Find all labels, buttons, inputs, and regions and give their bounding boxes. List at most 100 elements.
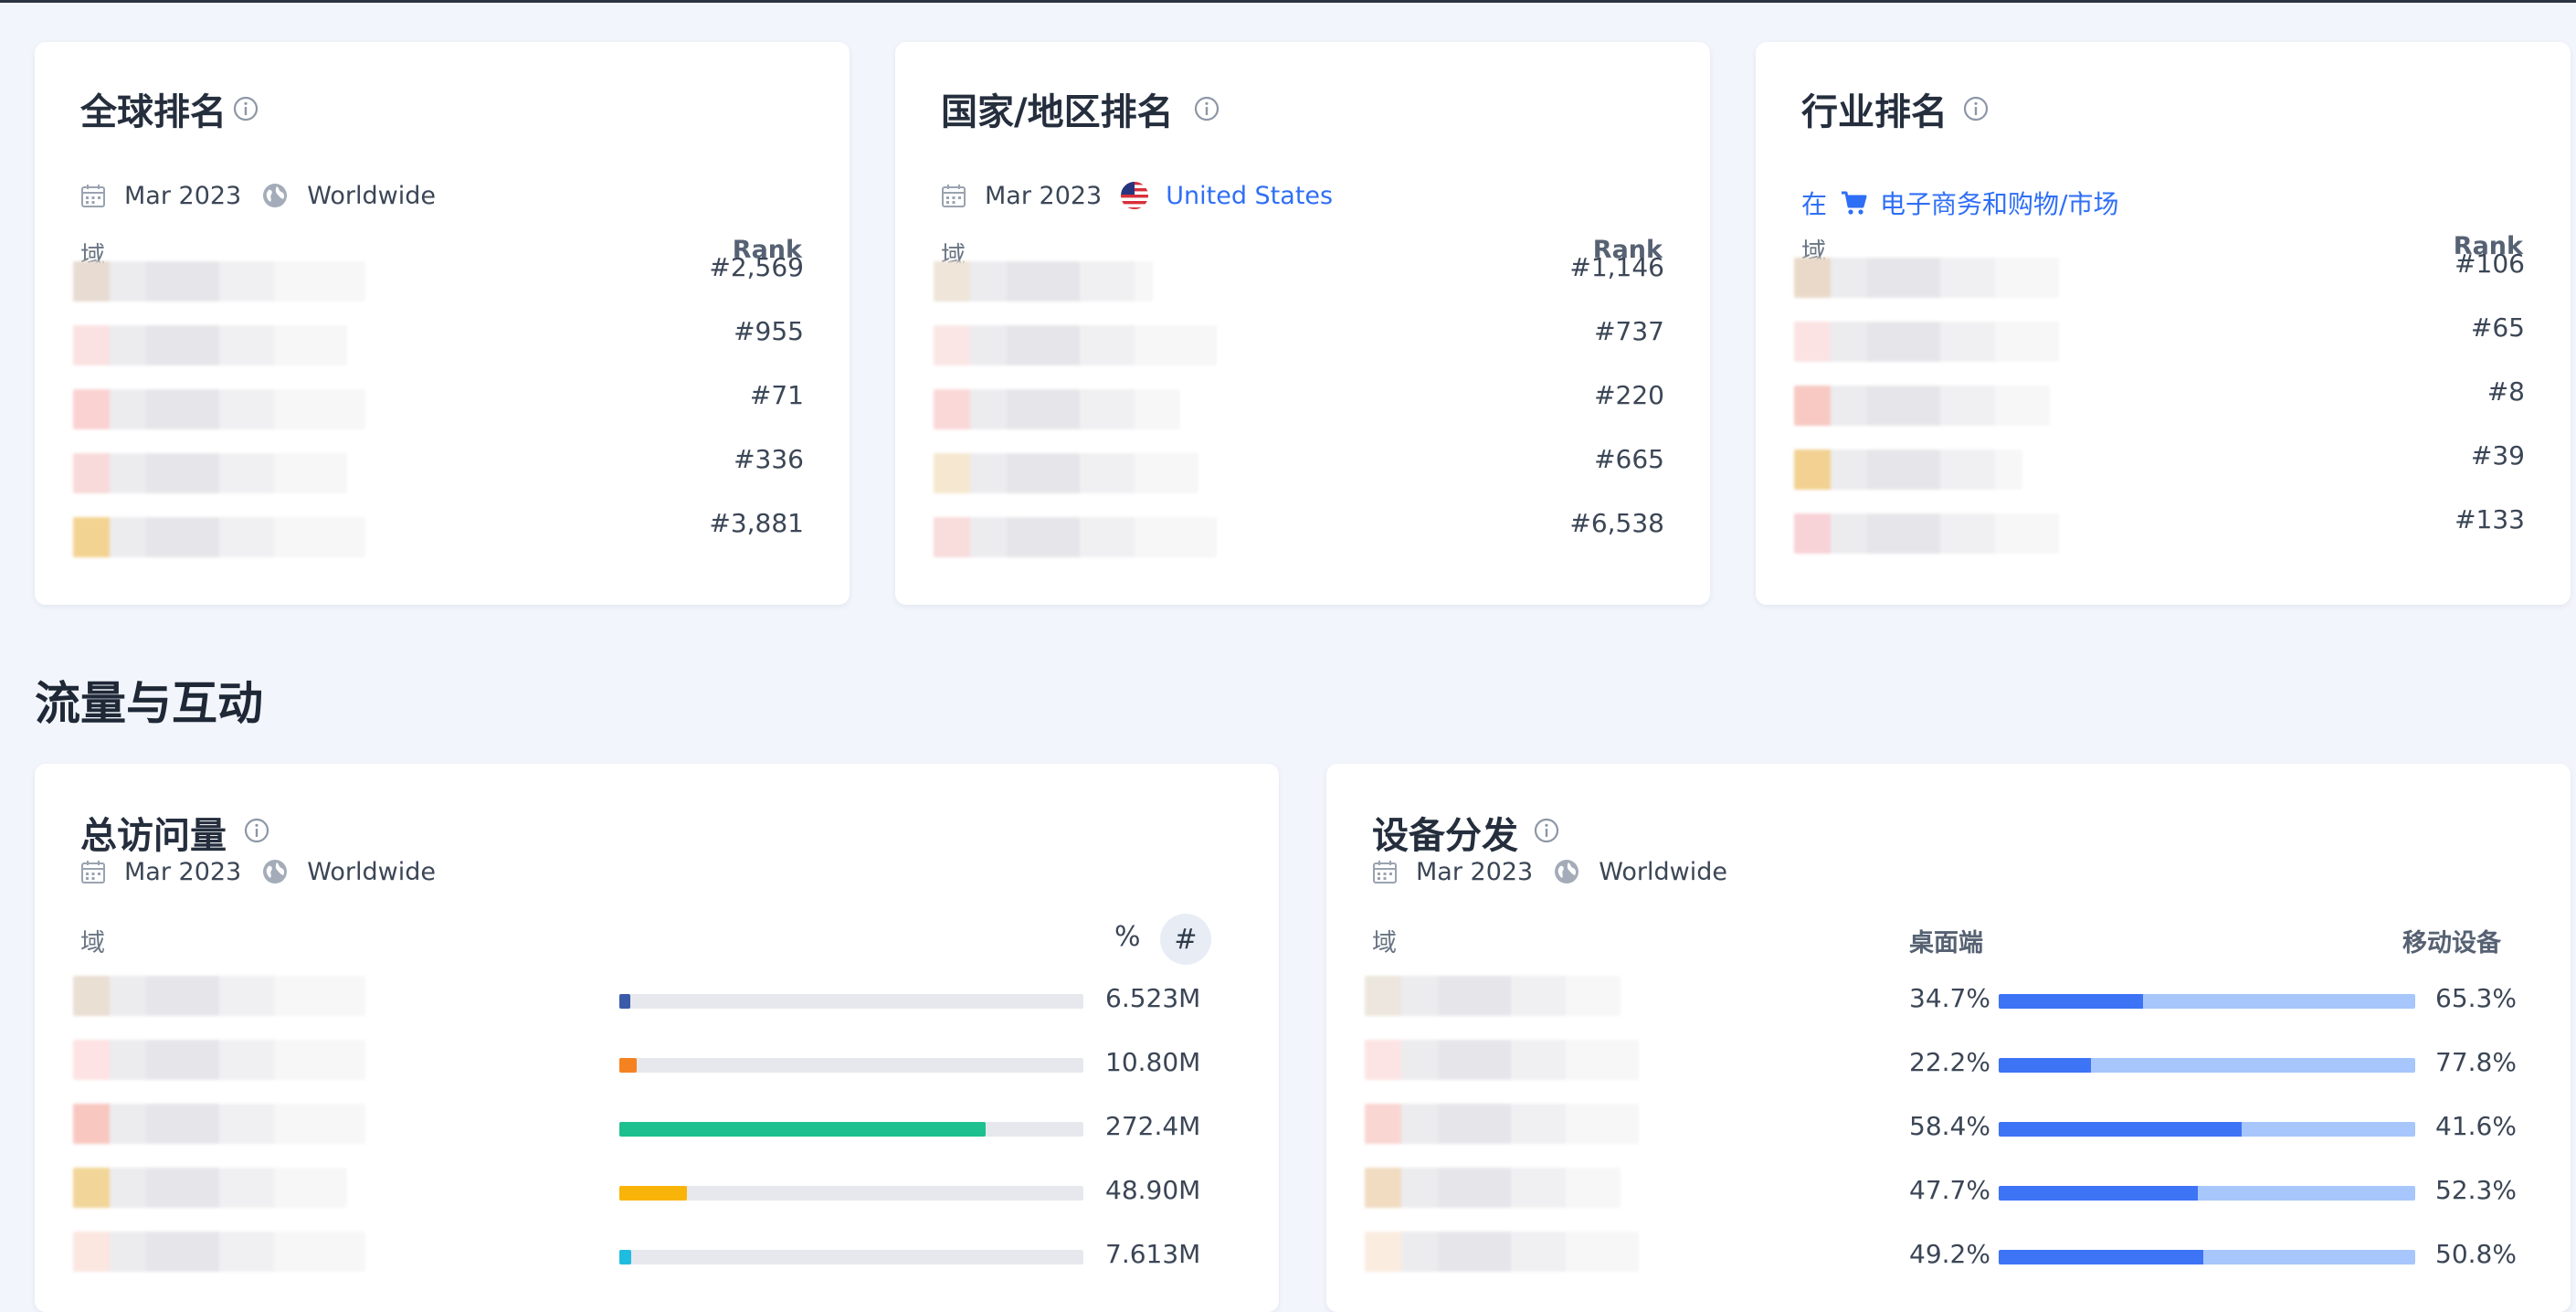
calendar-icon (1373, 861, 1397, 883)
date-label: Mar 2023 (1416, 857, 1534, 886)
desktop-percent: 47.7% (1909, 1175, 1990, 1205)
industry-category-link[interactable]: 在 电子商务和购物/市场 (1801, 185, 2118, 221)
rank-value: #1,146 (1569, 252, 1664, 282)
total-visits-title: 总访问量 (80, 815, 227, 857)
desktop-segment (1999, 1058, 2092, 1073)
device-distribution-meta: Mar 2023 Worldwide (1372, 855, 1727, 888)
device-split-bar (1999, 1058, 2415, 1073)
rank-value: #8 (2486, 376, 2525, 407)
column-header-domain: 域 (1372, 929, 1397, 958)
blurred-domain (1794, 322, 2059, 362)
blurred-domain (1365, 1232, 1639, 1272)
mobile-percent: 50.8% (2435, 1239, 2517, 1269)
global-rank-meta: Mar 2023 Worldwide (80, 179, 436, 212)
column-header-desktop: 桌面端 (1909, 929, 1983, 958)
info-icon[interactable] (243, 817, 270, 844)
blurred-domain (73, 389, 365, 429)
info-icon[interactable] (1533, 817, 1560, 844)
country-link[interactable]: United States (1166, 182, 1333, 210)
info-icon[interactable] (232, 95, 259, 122)
rank-value: #665 (1594, 444, 1664, 474)
visits-value: 48.90M (1105, 1175, 1201, 1205)
rank-value: #955 (734, 316, 804, 346)
desktop-percent: 58.4% (1909, 1111, 1990, 1141)
visits-bar-fill (619, 1250, 632, 1264)
blurred-domain (73, 976, 365, 1016)
date-label: Mar 2023 (985, 181, 1103, 210)
country-rank-meta: Mar 2023 United States (941, 179, 1333, 212)
calendar-icon (81, 185, 105, 207)
region-label: Worldwide (1599, 857, 1727, 886)
visits-value: 7.613M (1105, 1239, 1201, 1269)
device-split-bar (1999, 1186, 2415, 1201)
mobile-segment (2203, 1250, 2415, 1264)
rank-value: #39 (2470, 440, 2525, 471)
blurred-domain (934, 261, 1153, 302)
visits-bar-fill (619, 1058, 637, 1073)
desktop-segment (1999, 994, 2144, 1009)
device-distribution-title: 设备分发 (1372, 815, 1518, 857)
number-toggle[interactable]: # (1160, 914, 1211, 965)
mobile-segment (2197, 1186, 2415, 1201)
desktop-percent: 49.2% (1909, 1239, 1990, 1269)
us-flag-icon (1121, 182, 1149, 209)
blurred-domain (73, 517, 365, 557)
globe-icon (263, 860, 288, 883)
device-distribution-card: 设备分发 Mar 2023 Worldwide 域 桌面端 移动设备 34.7%… (1326, 764, 2571, 1312)
info-icon[interactable] (1962, 95, 1990, 122)
mobile-segment (2143, 994, 2415, 1009)
region-label: Worldwide (307, 181, 436, 210)
globe-icon (1555, 860, 1579, 883)
top-border (0, 0, 2576, 3)
blurred-domain (1365, 976, 1621, 1016)
mobile-percent: 65.3% (2435, 983, 2517, 1013)
shopping-cart-icon (1842, 191, 1867, 215)
visits-bar-fill (619, 994, 630, 1009)
global-rank-title: 全球排名 (80, 91, 227, 133)
visits-bar-track (619, 994, 1083, 1009)
blurred-domain (73, 1040, 365, 1080)
rank-value: #336 (734, 444, 804, 474)
calendar-icon (81, 861, 105, 883)
global-rank-card: 全球排名 Mar 2023 Worldwide 域 Rank #2,569 #9… (35, 42, 850, 605)
blurred-domain (1365, 1168, 1621, 1208)
visits-bar-track (619, 1250, 1083, 1264)
blurred-domain (1794, 258, 2059, 298)
rank-value: #65 (2470, 312, 2525, 343)
blurred-domain (73, 1232, 365, 1272)
blurred-domain (73, 453, 347, 493)
rank-value: #3,881 (709, 508, 804, 538)
device-split-bar (1999, 1250, 2415, 1264)
blurred-domain (1365, 1104, 1639, 1144)
blurred-domain (1794, 450, 2022, 490)
rank-value: #106 (2455, 249, 2525, 279)
blurred-domain (1794, 386, 2050, 426)
rank-value: #737 (1594, 316, 1664, 346)
rank-value: #6,538 (1569, 508, 1664, 538)
info-icon[interactable] (1193, 95, 1220, 122)
industry-rank-card: 行业排名 在 电子商务和购物/市场 域 Rank #106 #65 #8 #39… (1756, 42, 2571, 605)
desktop-segment (1999, 1186, 2198, 1201)
date-label: Mar 2023 (124, 181, 242, 210)
visits-value: 272.4M (1105, 1111, 1201, 1141)
device-split-bar (1999, 994, 2415, 1009)
blurred-domain (934, 517, 1217, 557)
blurred-domain (934, 325, 1217, 365)
region-label: Worldwide (307, 857, 436, 886)
percent-toggle[interactable]: % (1114, 921, 1141, 953)
rank-value: #71 (749, 380, 804, 410)
rank-value: #133 (2455, 504, 2525, 534)
visits-bar-track (619, 1122, 1083, 1137)
desktop-percent: 34.7% (1909, 983, 1990, 1013)
date-label: Mar 2023 (124, 857, 242, 886)
mobile-percent: 52.3% (2435, 1175, 2517, 1205)
country-rank-card: 国家/地区排名 Mar 2023 United States 域 Rank #1… (895, 42, 1710, 605)
total-visits-meta: Mar 2023 Worldwide (80, 855, 436, 888)
column-header-domain: 域 (80, 929, 105, 958)
globe-icon (263, 184, 288, 207)
blurred-domain (934, 453, 1198, 493)
visits-bar-fill (619, 1122, 987, 1137)
blurred-domain (1794, 513, 2059, 554)
desktop-percent: 22.2% (1909, 1047, 1990, 1077)
rank-value: #2,569 (709, 252, 804, 282)
